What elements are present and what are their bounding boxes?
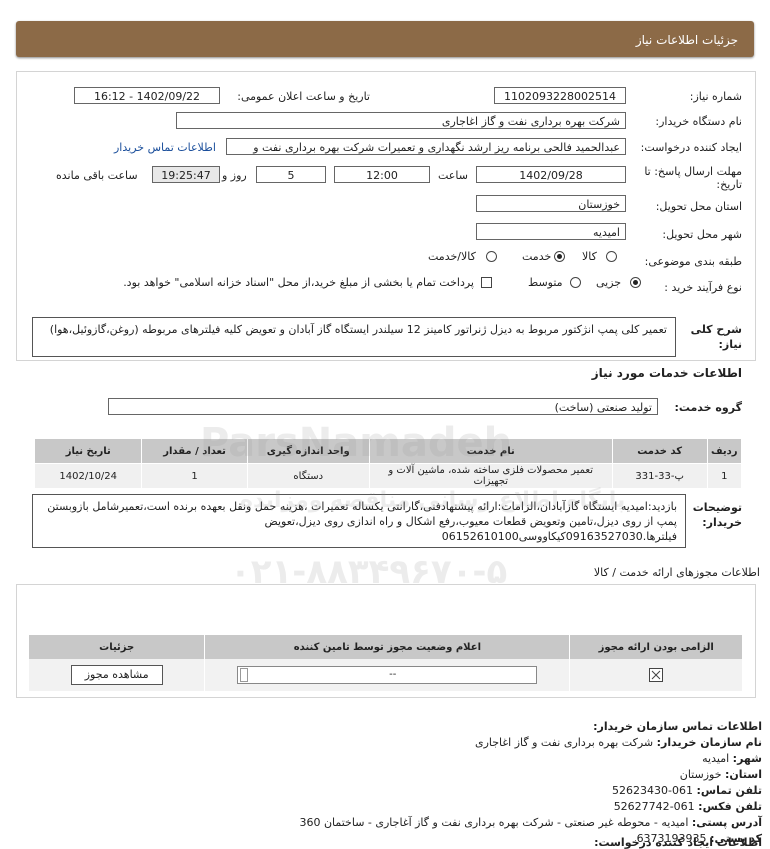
process-option-minor: جزیی bbox=[596, 276, 622, 289]
services-section-title: اطلاعات خدمات مورد نیاز bbox=[591, 366, 742, 380]
permits-section-title: اطلاعات مجوزهای ارائه خدمت / کالا bbox=[593, 566, 760, 579]
treasury-checkbox[interactable] bbox=[481, 277, 492, 288]
cell-row: 1 bbox=[706, 463, 743, 489]
process-radio-medium[interactable] bbox=[570, 277, 581, 288]
category-option-goods: کالا bbox=[582, 250, 597, 263]
buyer-notes-box: بازدید:امیدیه ایستگاه گازآبادان،الزامات:… bbox=[32, 494, 686, 548]
province-label: استان محل تحویل: bbox=[655, 200, 742, 213]
col-row: ردیف bbox=[706, 438, 743, 464]
permit-status-cell: -- bbox=[204, 659, 570, 691]
need-number-field[interactable]: 1102093228002514 bbox=[494, 87, 626, 104]
cell-date: 1402/10/24 bbox=[33, 463, 143, 489]
cell-qty: 1 bbox=[141, 463, 248, 489]
category-radio-goods[interactable] bbox=[606, 251, 617, 262]
contact-section: اطلاعات تماس سازمان خریدار: نام سازمان خ… bbox=[0, 715, 770, 845]
category-label: طبقه بندی موضوعی: bbox=[644, 255, 742, 268]
table-row: 1 پ-33-331 تعمیر محصولات فلزی ساخته شده،… bbox=[33, 463, 743, 489]
deadline-time-field[interactable]: 12:00 bbox=[334, 166, 430, 183]
permit-required-cell bbox=[569, 659, 742, 691]
services-table: ردیف کد خدمت نام خدمت واحد اندازه گیری ت… bbox=[33, 438, 743, 489]
summary-label: شرح کلی نیاز: bbox=[690, 323, 742, 351]
city-label: شهر محل تحویل: bbox=[662, 228, 742, 241]
deadline-label: مهلت ارسال پاسخ: تا bbox=[644, 165, 742, 178]
summary-box: تعمیر کلی پمپ انژکتور مربوط به دیزل ژنرا… bbox=[32, 317, 676, 357]
remaining-label: ساعت باقی مانده bbox=[56, 169, 138, 182]
deadline-label-date: تاریخ: bbox=[716, 178, 742, 191]
days-label: روز و bbox=[222, 169, 247, 182]
contact-title: اطلاعات تماس سازمان خریدار: bbox=[593, 720, 762, 733]
need-number-label: شماره نیاز: bbox=[689, 90, 742, 103]
buyer-notes-label: توضیحات خریدار: bbox=[692, 501, 742, 529]
col-unit: واحد اندازه گیری bbox=[246, 438, 370, 464]
process-radio-minor[interactable] bbox=[630, 277, 641, 288]
buyer-field[interactable]: شرکت بهره برداری نفت و گاز اغاجاری bbox=[176, 112, 626, 129]
cell-code: پ-33-331 bbox=[611, 463, 708, 489]
dropdown-handle-icon bbox=[240, 668, 249, 682]
col-code: کد خدمت bbox=[611, 438, 708, 464]
checkbox-x-icon bbox=[649, 668, 664, 682]
table-row: -- مشاهده مجوز bbox=[27, 659, 742, 691]
cell-name: تعمیر محصولات فلزی ساخته شده، ماشین آلات… bbox=[368, 463, 613, 489]
contact-address: آدرس پستی: امیدیه - محوطه غیر صنعتی - شر… bbox=[299, 816, 762, 829]
announce-field[interactable]: 1402/09/22 - 16:12 bbox=[74, 87, 220, 104]
page-header: جزئیات اطلاعات نیاز bbox=[16, 21, 754, 57]
category-option-goods-service: کالا/خدمت bbox=[428, 250, 476, 263]
category-option-service: خدمت bbox=[522, 250, 552, 263]
category-radio-goods-service[interactable] bbox=[486, 251, 497, 262]
permit-status-select[interactable]: -- bbox=[237, 666, 538, 684]
page-title: جزئیات اطلاعات نیاز bbox=[635, 33, 738, 47]
category-radio-service[interactable] bbox=[554, 251, 565, 262]
col-qty: تعداد / مقدار bbox=[141, 438, 248, 464]
requester-label: ایجاد کننده درخواست: bbox=[640, 141, 742, 154]
buyer-label: نام دستگاه خریدار: bbox=[655, 115, 742, 128]
service-group-field[interactable]: تولید صنعتی (ساخت) bbox=[108, 398, 658, 415]
col-permit-details: جزئیات bbox=[27, 635, 205, 659]
contact-province: استان: خوزستان bbox=[679, 768, 762, 781]
contact-phone: تلفن تماس: 061-52623430 bbox=[612, 784, 762, 797]
contact-info-link[interactable]: اطلاعات تماس خریدار bbox=[114, 141, 216, 154]
days-field[interactable]: 5 bbox=[256, 166, 326, 183]
permits-table: الزامی بودن ارائه مجوز اعلام وضعیت مجوز … bbox=[27, 635, 742, 691]
process-label: نوع فرآیند خرید : bbox=[664, 281, 742, 294]
col-permit-status: اعلام وضعیت مجوز توسط تامین کننده bbox=[204, 635, 570, 659]
requester-field[interactable]: عبدالحمید فالحی برنامه ریز ارشد نگهداری … bbox=[226, 138, 626, 155]
contact-org: نام سازمان خریدار: شرکت بهره برداری نفت … bbox=[474, 736, 762, 749]
permit-status-value: -- bbox=[389, 669, 397, 680]
col-name: نام خدمت bbox=[368, 438, 613, 464]
province-field[interactable]: خوزستان bbox=[476, 195, 626, 212]
remaining-time-field: 19:25:47 bbox=[152, 166, 220, 183]
hour-label: ساعت bbox=[438, 169, 468, 182]
city-field[interactable]: امیدیه bbox=[476, 223, 626, 240]
announce-label: تاریخ و ساعت اعلان عمومی: bbox=[237, 90, 370, 103]
col-permit-required: الزامی بودن ارائه مجوز bbox=[569, 635, 742, 659]
permit-required-checkbox[interactable] bbox=[649, 668, 664, 682]
contact-fax: تلفن فکس: 061-52627742 bbox=[613, 800, 762, 813]
service-group-label: گروه خدمت: bbox=[674, 401, 742, 414]
col-date: تاریخ نیاز bbox=[33, 438, 143, 464]
permit-details-cell: مشاهده مجوز bbox=[27, 659, 205, 691]
view-permit-button[interactable]: مشاهده مجوز bbox=[70, 665, 163, 685]
process-option-medium: متوسط bbox=[528, 276, 563, 289]
treasury-text: پرداخت تمام یا بخشی از مبلغ خرید،از محل … bbox=[123, 276, 474, 289]
contact-city: شهر: امیدیه bbox=[702, 752, 762, 765]
deadline-date-field[interactable]: 1402/09/28 bbox=[476, 166, 626, 183]
creator-title: اطلاعات ایجاد کننده درخواست: bbox=[594, 836, 762, 849]
cell-unit: دستگاه bbox=[246, 463, 370, 489]
